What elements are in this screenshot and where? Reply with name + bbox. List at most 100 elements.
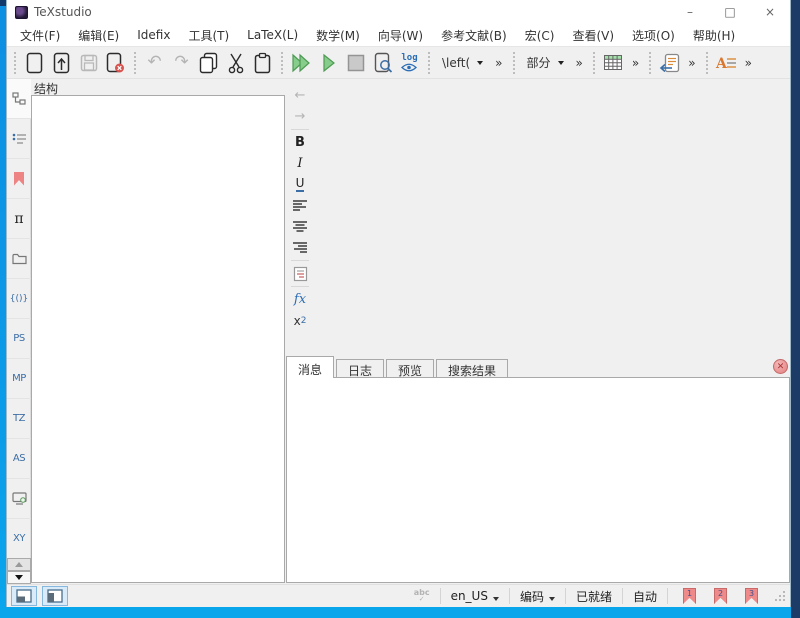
menu-idefix[interactable]: Idefix [128, 26, 179, 44]
save-button[interactable] [75, 50, 102, 76]
line-ending-selector[interactable]: 自动 [629, 588, 661, 605]
menubar: 文件(F) 编辑(E) Idefix 工具(T) LaTeX(L) 数学(M) … [7, 24, 790, 47]
cut-button[interactable] [222, 50, 249, 76]
tab-preview[interactable]: 预览 [386, 359, 434, 378]
undo-button[interactable]: ↶ [141, 50, 168, 76]
compile-button[interactable] [315, 50, 342, 76]
tab-log[interactable]: 日志 [336, 359, 384, 378]
spellcheck-button[interactable]: abc ✓ [410, 589, 434, 603]
left-bracket-combo[interactable]: \left( [435, 53, 490, 73]
maximize-button[interactable]: □ [710, 0, 750, 24]
bold-button[interactable]: B [288, 132, 312, 153]
svg-text:A: A [715, 56, 728, 72]
sidebar-scroll-up-button[interactable] [7, 558, 31, 571]
menu-latex[interactable]: LaTeX(L) [238, 26, 307, 44]
sidebar-item-xy[interactable]: XY [7, 519, 31, 559]
toolbar-separator [134, 52, 136, 74]
pi-icon: π [14, 211, 23, 227]
include-document-button[interactable] [656, 50, 683, 76]
open-document-button[interactable] [48, 50, 75, 76]
format-overflow-button[interactable]: » [740, 54, 757, 72]
menu-file[interactable]: 文件(F) [11, 25, 69, 46]
toolbar-separator [281, 52, 283, 74]
sidebar-item-pstricks[interactable]: PS [7, 319, 31, 359]
include-overflow-button[interactable]: » [683, 54, 700, 72]
bracket-overflow-button[interactable]: » [490, 54, 507, 72]
bottom-panel-icon [16, 589, 32, 603]
stop-button[interactable] [342, 50, 369, 76]
math-function-button[interactable]: fx [288, 289, 312, 310]
close-document-button[interactable] [102, 50, 129, 76]
language-value: en_US [451, 589, 488, 603]
section-overflow-button[interactable]: » [571, 54, 588, 72]
toolbar-separator [649, 52, 651, 74]
sidebar-rail: π {()} PS MP TZ AS XY [7, 79, 31, 584]
sidebar-item-metapost[interactable]: MP [7, 359, 31, 399]
bottom-panel-close-button[interactable]: ✕ [773, 359, 788, 374]
close-button[interactable]: × [750, 0, 790, 24]
sidebar-item-math-symbols[interactable]: π [7, 199, 31, 239]
go-forward-button[interactable]: → [288, 106, 312, 127]
bookmark-3-button[interactable]: 3 [745, 588, 758, 604]
verbatim-environment-button[interactable] [288, 263, 312, 284]
menu-help[interactable]: 帮助(H) [684, 25, 744, 46]
align-center-button[interactable] [288, 216, 312, 237]
align-left-button[interactable] [288, 195, 312, 216]
tab-messages[interactable]: 消息 [286, 356, 334, 378]
resize-grip[interactable] [775, 591, 786, 602]
sidebar-item-tikz[interactable]: TZ [7, 399, 31, 439]
align-right-button[interactable] [288, 237, 312, 258]
format-text-button[interactable]: A [713, 50, 740, 76]
messages-output-panel[interactable] [286, 377, 790, 583]
italic-button[interactable]: I [288, 153, 312, 174]
language-selector[interactable]: en_US [447, 589, 503, 603]
menu-tools[interactable]: 工具(T) [179, 25, 238, 46]
sidebar-item-structure[interactable] [7, 79, 31, 119]
go-back-button[interactable]: ← [288, 85, 312, 106]
minimize-button[interactable]: – [670, 0, 710, 24]
encoding-selector[interactable]: 编码 [516, 588, 559, 605]
sidebar-item-bookmarks[interactable] [7, 159, 31, 199]
table-overflow-button[interactable]: » [627, 54, 644, 72]
sidebar-item-favorites[interactable] [7, 239, 31, 279]
sidebar-item-preview[interactable] [7, 479, 31, 519]
brackets-icon: {()} [10, 294, 28, 304]
folder-icon [12, 253, 27, 265]
sidebar-item-asymptote[interactable]: AS [7, 439, 31, 479]
view-pdf-button[interactable] [369, 50, 396, 76]
chevron-down-icon [493, 597, 499, 601]
sidebar-scroll-down-button[interactable] [7, 571, 31, 584]
menu-edit[interactable]: 编辑(E) [69, 25, 128, 46]
menu-options[interactable]: 选项(O) [623, 25, 684, 46]
new-document-button[interactable] [21, 50, 48, 76]
section-combo[interactable]: 部分 [520, 51, 571, 74]
window-title: TeXstudio [34, 5, 92, 19]
table-wizard-button[interactable] [600, 50, 627, 76]
sidebar-item-symbols-used[interactable] [7, 119, 31, 159]
copy-button[interactable] [195, 50, 222, 76]
menu-view[interactable]: 查看(V) [563, 25, 623, 46]
underline-button[interactable]: U [288, 174, 312, 195]
toolbar-separator [706, 52, 708, 74]
bookmark-1-button[interactable]: 1 [683, 588, 696, 604]
menu-macros[interactable]: 宏(C) [516, 25, 564, 46]
toggle-bottom-panel-button[interactable] [11, 586, 37, 606]
menu-wizard[interactable]: 向导(W) [369, 25, 432, 46]
spellcheck-icon: abc ✓ [414, 589, 430, 603]
view-log-button[interactable]: log [396, 50, 423, 76]
subscript-button[interactable]: x2 [288, 310, 312, 331]
redo-button[interactable]: ↷ [168, 50, 195, 76]
bookmark-2-button[interactable]: 2 [714, 588, 727, 604]
build-and-view-button[interactable] [288, 50, 315, 76]
toolbar-separator [513, 52, 515, 74]
toolbar-handle [14, 52, 16, 74]
menu-bibliography[interactable]: 参考文献(B) [432, 25, 516, 46]
structure-tree-panel[interactable] [31, 95, 285, 583]
section-combo-value: 部分 [527, 54, 551, 71]
toggle-left-panel-button[interactable] [42, 586, 68, 606]
toolbar-separator [428, 52, 430, 74]
menu-math[interactable]: 数学(M) [307, 25, 369, 46]
sidebar-item-brackets[interactable]: {()} [7, 279, 31, 319]
tab-search-results[interactable]: 搜索结果 [436, 359, 508, 378]
paste-button[interactable] [249, 50, 276, 76]
